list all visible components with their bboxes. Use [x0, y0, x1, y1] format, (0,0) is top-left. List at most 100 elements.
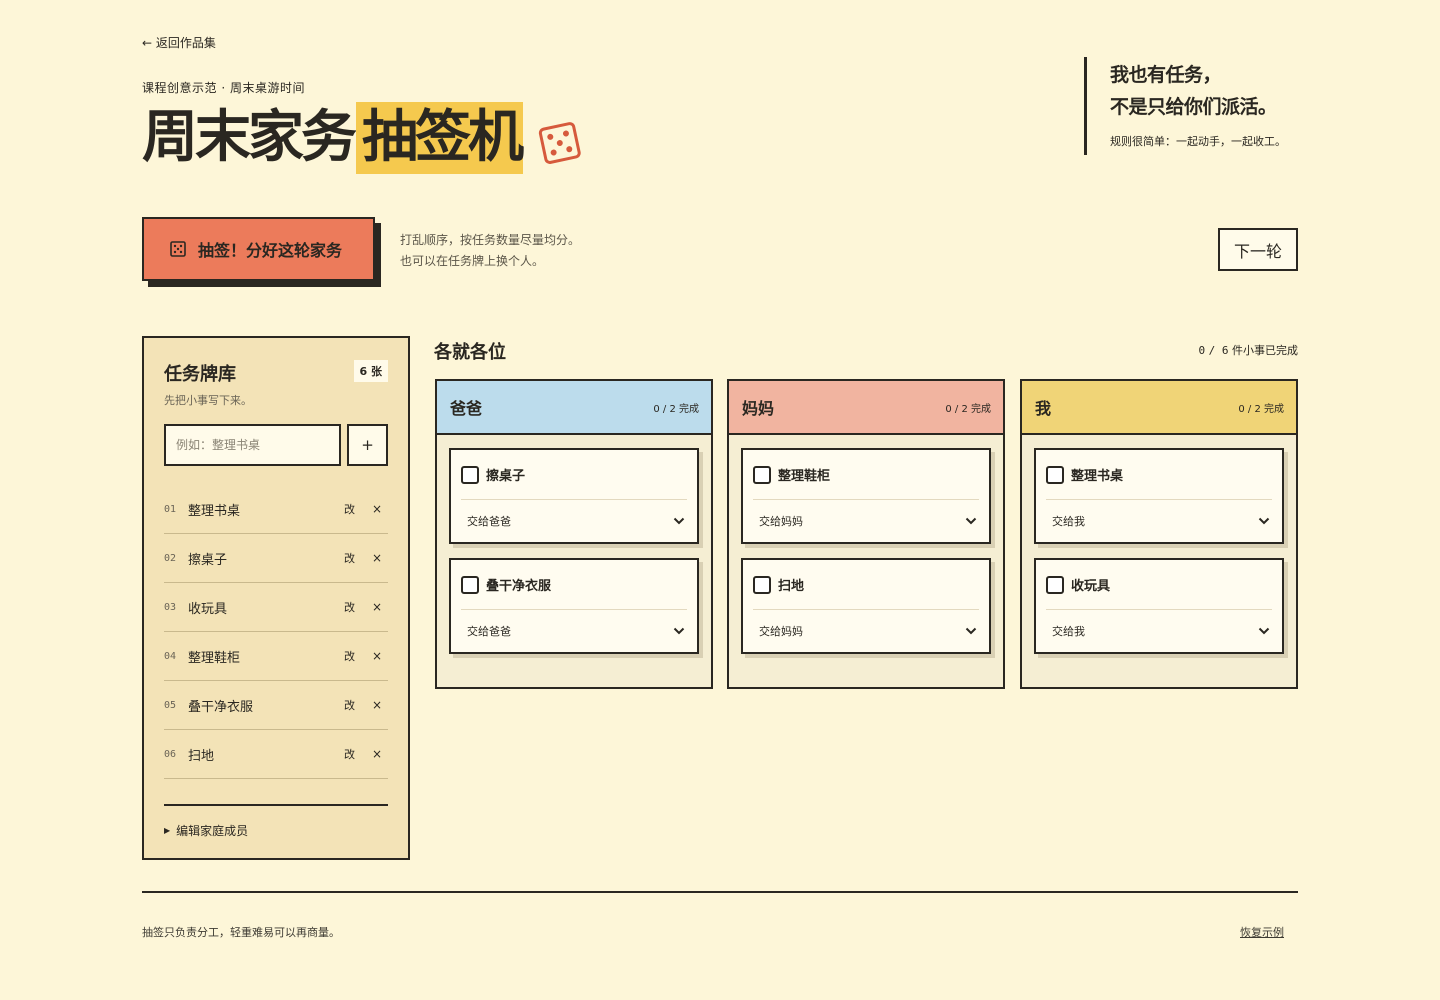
assignee-select[interactable]: 交给妈妈: [753, 610, 979, 652]
board-progress: 0 / 6 件小事已完成: [1199, 342, 1299, 358]
title-plain: 周末家务: [142, 105, 357, 170]
member-column-me: 我 0 / 2 完成 整理书桌 交给我 收玩具 交给我: [1020, 379, 1298, 689]
task-card: 收玩具 交给我: [1034, 558, 1284, 654]
restore-example-link[interactable]: 恢复示例: [1240, 924, 1284, 940]
task-library-panel: 任务牌库 6 张 先把小事写下来。 + 01 整理书桌 改 × 02 擦桌子 改…: [142, 336, 410, 860]
new-task-input[interactable]: [164, 424, 341, 466]
delete-task-button[interactable]: ×: [370, 551, 382, 565]
delete-task-button[interactable]: ×: [370, 649, 382, 663]
assignee-select[interactable]: 交给妈妈: [753, 500, 979, 542]
task-name: 扫地: [188, 748, 215, 764]
footer-note: 抽签只负责分工，轻重难易可以再商量。: [142, 926, 340, 939]
progress-separator: /: [1208, 344, 1222, 357]
task-list-item: 04 整理鞋柜 改 ×: [164, 632, 388, 681]
task-name: 整理鞋柜: [188, 650, 241, 666]
delete-task-button[interactable]: ×: [370, 600, 382, 614]
task-name: 整理书桌: [188, 503, 241, 519]
member-progress: 0 / 2 完成: [1238, 403, 1284, 415]
library-title: 任务牌库: [164, 364, 236, 385]
task-done-checkbox[interactable]: [1046, 465, 1064, 484]
task-done-checkbox[interactable]: [1046, 575, 1064, 594]
card-top: 叠干净衣服: [461, 560, 687, 610]
card-top: 整理书桌: [1046, 450, 1272, 500]
footer-divider: [142, 891, 1298, 893]
edit-task-button[interactable]: 改: [344, 746, 370, 762]
quote-line-2: 不是只给你们派活。: [1110, 96, 1277, 118]
task-number: 01: [164, 503, 177, 515]
task-number: 04: [164, 650, 177, 662]
delete-task-button[interactable]: ×: [370, 698, 382, 712]
task-done-checkbox[interactable]: [461, 575, 479, 594]
edit-task-button[interactable]: 改: [344, 501, 370, 517]
assignee-select[interactable]: 交给爸爸: [461, 610, 687, 652]
draw-hint: 打乱顺序，按任务数量尽量均分。 也可以在任务牌上换个人。: [400, 230, 580, 272]
card-task-name: 整理鞋柜: [778, 469, 831, 484]
edit-task-button[interactable]: 改: [344, 550, 370, 566]
add-task-button[interactable]: +: [347, 424, 388, 466]
task-list-item: 02 擦桌子 改 ×: [164, 534, 388, 583]
card-top: 扫地: [753, 560, 979, 610]
chevron-down-icon: [965, 517, 977, 525]
edit-task-button[interactable]: 改: [344, 648, 370, 664]
member-column-mom: 妈妈 0 / 2 完成 整理鞋柜 交给妈妈 扫地 交给妈妈: [727, 379, 1005, 689]
task-done-checkbox[interactable]: [461, 465, 479, 484]
back-to-portfolio-link[interactable]: ← 返回作品集: [142, 34, 216, 51]
edit-task-button[interactable]: 改: [344, 599, 370, 615]
card-task-name: 收玩具: [1071, 579, 1111, 594]
member-column-dad: 爸爸 0 / 2 完成 擦桌子 交给爸爸 叠干净衣服 交给爸爸: [435, 379, 713, 689]
card-top: 收玩具: [1046, 560, 1272, 610]
progress-total: 6: [1221, 344, 1229, 357]
assignee-select[interactable]: 交给我: [1046, 610, 1272, 652]
task-list-item: 06 扫地 改 ×: [164, 730, 388, 779]
task-done-checkbox[interactable]: [753, 575, 771, 594]
library-count-badge: 6 张: [353, 360, 388, 382]
task-number: 05: [164, 699, 177, 711]
member-progress: 0 / 2 完成: [653, 403, 699, 415]
assignee-value: 交给爸爸: [467, 515, 511, 528]
task-name: 叠干净衣服: [188, 699, 254, 715]
draw-lots-button[interactable]: 抽签！分好这轮家务: [142, 217, 375, 281]
assignee-value: 交给爸爸: [467, 625, 511, 638]
chevron-down-icon: [1258, 627, 1270, 635]
task-name: 擦桌子: [188, 552, 228, 568]
chevron-down-icon: [965, 627, 977, 635]
task-list: 01 整理书桌 改 × 02 擦桌子 改 × 03 收玩具 改 × 04 整理鞋…: [164, 485, 388, 779]
column-header: 妈妈 0 / 2 完成: [729, 381, 1003, 435]
column-header: 我 0 / 2 完成: [1022, 381, 1296, 435]
assignee-select[interactable]: 交给爸爸: [461, 500, 687, 542]
triangle-right-icon: ▶: [164, 826, 171, 835]
assignee-value: 交给妈妈: [759, 515, 803, 528]
member-progress: 0 / 2 完成: [945, 403, 991, 415]
task-card: 扫地 交给妈妈: [741, 558, 991, 654]
card-task-name: 叠干净衣服: [486, 579, 552, 594]
add-task-row: +: [164, 424, 388, 468]
chevron-down-icon: [1258, 517, 1270, 525]
quote-line-1: 我也有任务，: [1110, 64, 1222, 86]
task-done-checkbox[interactable]: [753, 465, 771, 484]
delete-task-button[interactable]: ×: [370, 502, 382, 516]
delete-task-button[interactable]: ×: [370, 747, 382, 761]
member-name: 我: [1035, 399, 1052, 418]
member-name: 爸爸: [450, 399, 483, 418]
page-title: 周末家务 抽签机: [142, 100, 581, 176]
chevron-down-icon: [673, 627, 685, 635]
card-task-name: 擦桌子: [486, 469, 526, 484]
task-card: 整理书桌 交给我: [1034, 448, 1284, 544]
edit-family-toggle[interactable]: ▶ 编辑家庭成员: [164, 822, 248, 839]
task-list-item: 05 叠干净衣服 改 ×: [164, 681, 388, 730]
task-list-item: 03 收玩具 改 ×: [164, 583, 388, 632]
edit-task-button[interactable]: 改: [344, 697, 370, 713]
task-card: 叠干净衣服 交给爸爸: [449, 558, 699, 654]
task-number: 06: [164, 748, 177, 760]
assignee-select[interactable]: 交给我: [1046, 500, 1272, 542]
card-task-name: 扫地: [778, 579, 805, 594]
edit-family-label: 编辑家庭成员: [176, 824, 249, 838]
assignee-value: 交给我: [1052, 515, 1085, 528]
card-top: 整理鞋柜: [753, 450, 979, 500]
progress-label: 件小事已完成: [1232, 344, 1298, 357]
card-top: 擦桌子: [461, 450, 687, 500]
hint-line-2: 也可以在任务牌上换个人。: [400, 254, 545, 268]
task-name: 收玩具: [188, 601, 228, 617]
next-round-button[interactable]: 下一轮: [1218, 228, 1298, 271]
task-card: 整理鞋柜 交给妈妈: [741, 448, 991, 544]
